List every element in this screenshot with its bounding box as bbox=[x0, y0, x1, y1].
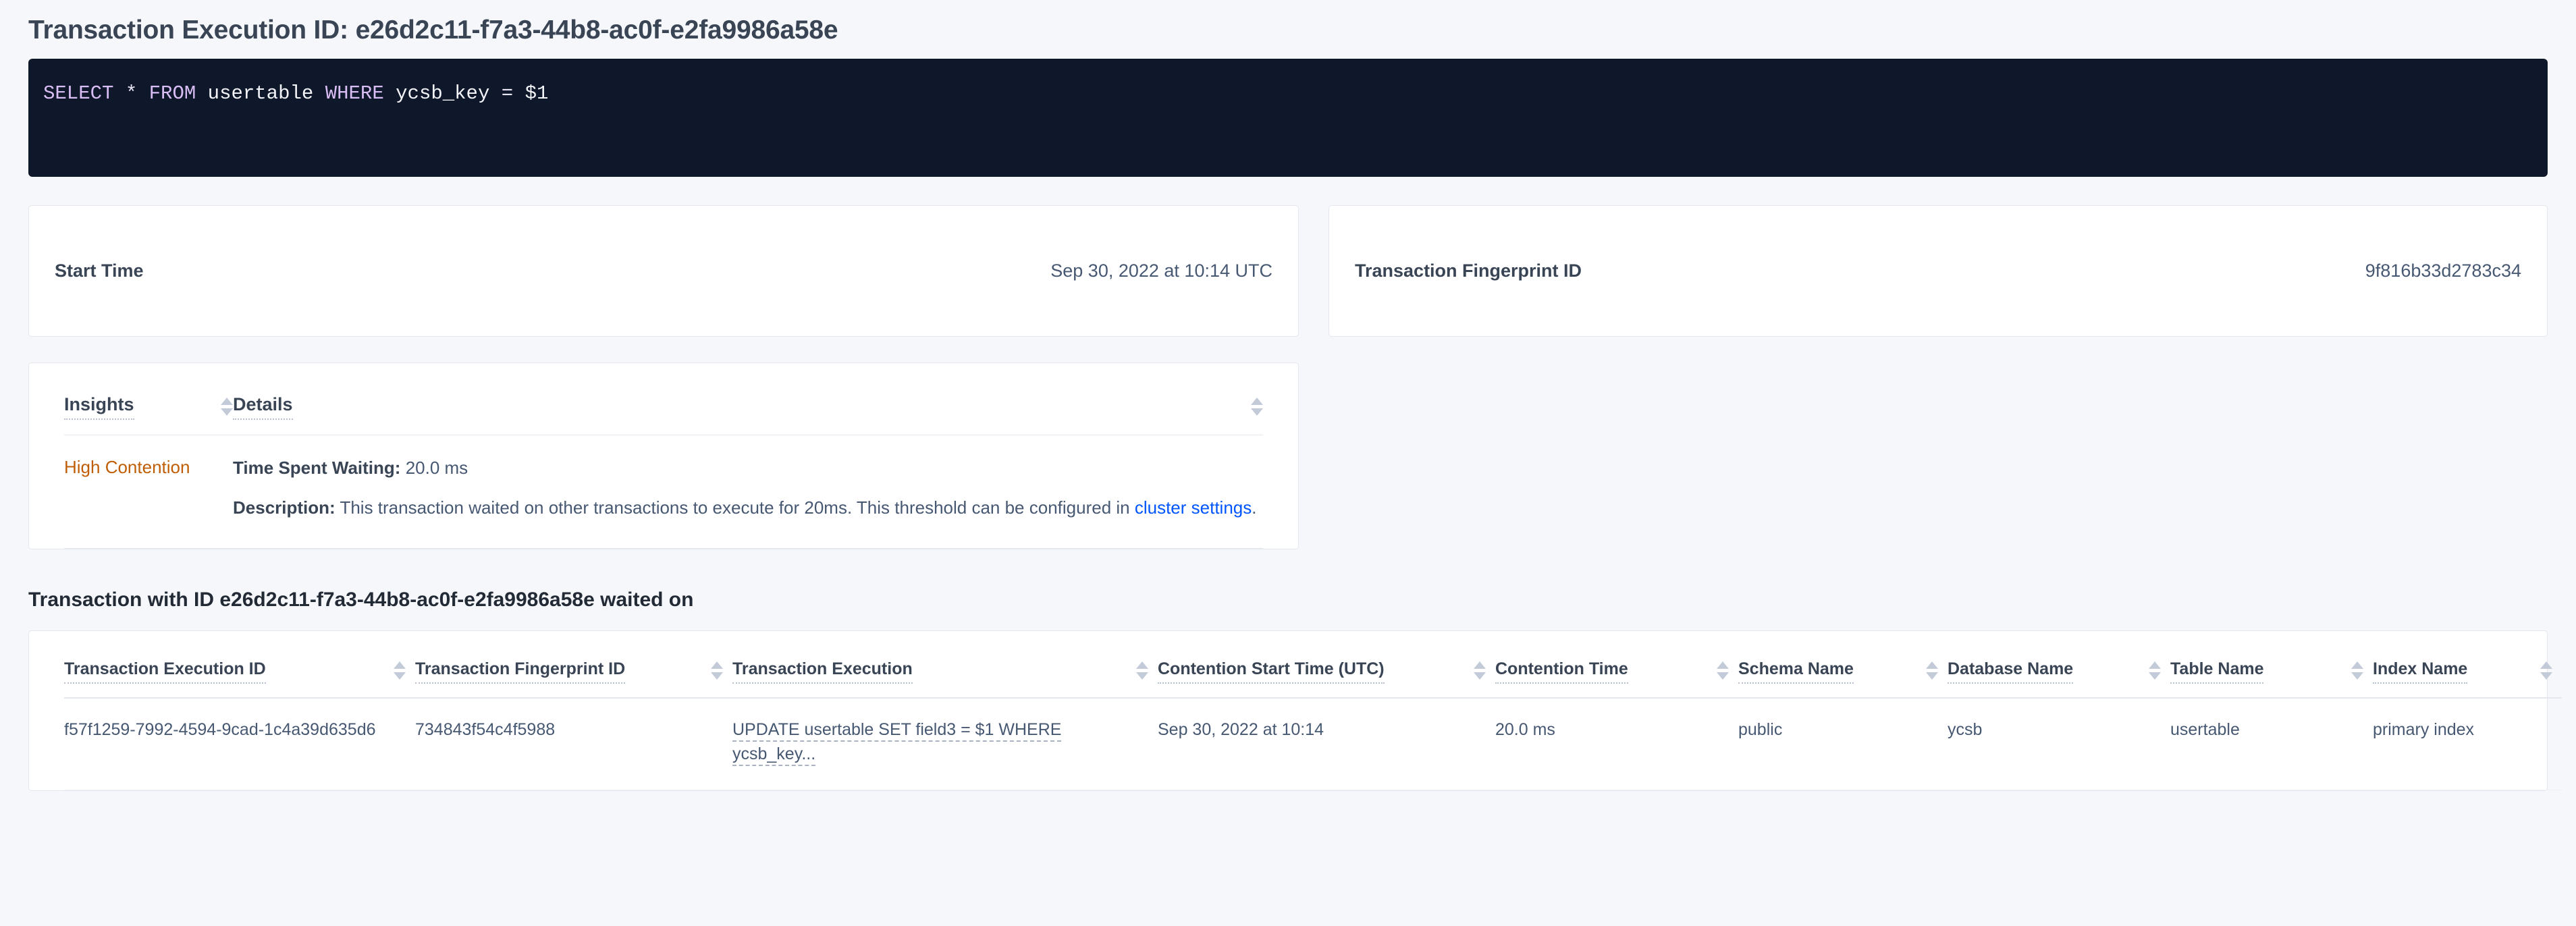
column-header-label: Contention Start Time (UTC) bbox=[1158, 659, 1385, 684]
column-header-label: Transaction Execution bbox=[732, 659, 913, 684]
column-header-table-name[interactable]: Table Name bbox=[2170, 631, 2373, 698]
table-row: High Contention Time Spent Waiting: 20.0… bbox=[64, 435, 1263, 548]
transaction-fingerprint-card: Transaction Fingerprint ID 9f816b33d2783… bbox=[1329, 205, 2548, 337]
cell-index-name: primary index bbox=[2373, 698, 2562, 790]
sort-arrows-icon[interactable] bbox=[2149, 661, 2161, 684]
column-header-label: Index Name bbox=[2373, 659, 2467, 684]
insights-table-body: High Contention Time Spent Waiting: 20.0… bbox=[64, 435, 1263, 548]
insights-column-header-insights[interactable]: Insights bbox=[64, 363, 233, 435]
column-header-database-name[interactable]: Database Name bbox=[1948, 631, 2170, 698]
page-title: Transaction Execution ID: e26d2c11-f7a3-… bbox=[28, 0, 2548, 59]
cell-transaction-execution: UPDATE usertable SET field3 = $1 WHERE y… bbox=[732, 698, 1158, 790]
column-header-transaction-fingerprint-id[interactable]: Transaction Fingerprint ID bbox=[415, 631, 732, 698]
summary-cards-row: Start Time Sep 30, 2022 at 10:14 UTC Tra… bbox=[28, 205, 2548, 337]
insight-time-spent-waiting-value: 20.0 ms bbox=[406, 458, 468, 478]
column-header-label: Contention Time bbox=[1495, 659, 1628, 684]
sort-arrows-icon[interactable] bbox=[2351, 661, 2363, 684]
sql-star: * bbox=[126, 82, 137, 105]
transaction-fingerprint-value: 9f816b33d2783c34 bbox=[2365, 261, 2521, 281]
insight-description-label: Description: bbox=[233, 497, 336, 518]
cell-contention-time: 20.0 ms bbox=[1495, 698, 1738, 790]
sort-arrows-icon[interactable] bbox=[2540, 661, 2552, 684]
sql-operator-equals: = bbox=[502, 82, 513, 105]
sql-keyword-select: SELECT bbox=[43, 82, 113, 105]
insights-column-header-insights-label: Insights bbox=[64, 394, 134, 420]
cell-table-name: usertable bbox=[2170, 698, 2373, 790]
sort-arrows-icon[interactable] bbox=[1474, 661, 1486, 684]
insights-header-row: Insights Details bbox=[64, 363, 1263, 435]
sql-placeholder-param: $1 bbox=[525, 82, 549, 105]
sql-keyword-from: FROM bbox=[149, 82, 196, 105]
sort-arrows-icon[interactable] bbox=[221, 398, 233, 420]
sql-keyword-where: WHERE bbox=[325, 82, 384, 105]
sort-arrows-icon[interactable] bbox=[1717, 661, 1729, 684]
sort-arrows-icon[interactable] bbox=[1251, 398, 1263, 420]
insight-details-cell: Time Spent Waiting: 20.0 ms Description:… bbox=[233, 435, 1263, 548]
insight-name: High Contention bbox=[64, 435, 233, 548]
cell-schema-name: public bbox=[1738, 698, 1948, 790]
column-header-label: Database Name bbox=[1948, 659, 2073, 684]
waited-on-section-title: Transaction with ID e26d2c11-f7a3-44b8-a… bbox=[28, 589, 2548, 611]
sql-code-block: SELECT * FROM usertable WHERE ycsb_key =… bbox=[28, 59, 2548, 177]
insight-description-text: This transaction waited on other transac… bbox=[340, 497, 1134, 518]
insights-column-header-details-label: Details bbox=[233, 394, 293, 420]
column-header-contention-time[interactable]: Contention Time bbox=[1495, 631, 1738, 698]
transaction-execution-link[interactable]: UPDATE usertable SET field3 = $1 WHERE y… bbox=[732, 720, 1061, 766]
sql-column-name: ycsb_key bbox=[396, 82, 489, 105]
column-header-label: Transaction Execution ID bbox=[64, 659, 266, 684]
cell-contention-start-time: Sep 30, 2022 at 10:14 bbox=[1158, 698, 1495, 790]
column-header-schema-name[interactable]: Schema Name bbox=[1738, 631, 1948, 698]
column-header-label: Transaction Fingerprint ID bbox=[415, 659, 625, 684]
sql-statement-line: SELECT * FROM usertable WHERE ycsb_key =… bbox=[28, 79, 2548, 109]
sort-arrows-icon[interactable] bbox=[711, 661, 723, 684]
cell-transaction-fingerprint-id: 734843f54c4f5988 bbox=[415, 698, 732, 790]
insights-table: Insights Details High Contention bbox=[64, 363, 1263, 549]
insight-description: Description: This transaction waited on … bbox=[233, 495, 1263, 521]
waited-on-table: Transaction Execution ID Transaction Fin… bbox=[64, 631, 2562, 790]
sort-arrows-icon[interactable] bbox=[1926, 661, 1938, 684]
insights-column-header-details[interactable]: Details bbox=[233, 363, 1263, 435]
start-time-label: Start Time bbox=[55, 261, 144, 281]
start-time-card: Start Time Sep 30, 2022 at 10:14 UTC bbox=[28, 205, 1299, 337]
cluster-settings-link[interactable]: cluster settings bbox=[1135, 497, 1252, 518]
column-header-contention-start-time[interactable]: Contention Start Time (UTC) bbox=[1158, 631, 1495, 698]
insights-card: Insights Details High Contention bbox=[28, 362, 1299, 549]
insight-time-spent-waiting-label: Time Spent Waiting: bbox=[233, 458, 400, 478]
table-row: f57f1259-7992-4594-9cad-1c4a39d635d6 734… bbox=[64, 698, 2562, 790]
sort-arrows-icon[interactable] bbox=[394, 661, 406, 684]
insight-description-text-end: . bbox=[1252, 497, 1256, 518]
waited-on-header-row: Transaction Execution ID Transaction Fin… bbox=[64, 631, 2562, 698]
column-header-label: Table Name bbox=[2170, 659, 2263, 684]
insights-table-head: Insights Details bbox=[64, 363, 1263, 435]
waited-on-table-head: Transaction Execution ID Transaction Fin… bbox=[64, 631, 2562, 698]
column-header-transaction-execution-id[interactable]: Transaction Execution ID bbox=[64, 631, 415, 698]
sql-table-name: usertable bbox=[208, 82, 314, 105]
sort-arrows-icon[interactable] bbox=[1136, 661, 1148, 684]
waited-on-table-body: f57f1259-7992-4594-9cad-1c4a39d635d6 734… bbox=[64, 698, 2562, 790]
column-header-transaction-execution[interactable]: Transaction Execution bbox=[732, 631, 1158, 698]
waited-on-table-card: Transaction Execution ID Transaction Fin… bbox=[28, 630, 2548, 791]
cell-transaction-execution-id: f57f1259-7992-4594-9cad-1c4a39d635d6 bbox=[64, 698, 415, 790]
column-header-index-name[interactable]: Index Name bbox=[2373, 631, 2562, 698]
start-time-value: Sep 30, 2022 at 10:14 UTC bbox=[1050, 261, 1272, 281]
page-root: Transaction Execution ID: e26d2c11-f7a3-… bbox=[0, 0, 2576, 926]
transaction-fingerprint-label: Transaction Fingerprint ID bbox=[1355, 261, 1582, 281]
cell-database-name: ycsb bbox=[1948, 698, 2170, 790]
column-header-label: Schema Name bbox=[1738, 659, 1854, 684]
insight-time-spent-waiting: Time Spent Waiting: 20.0 ms bbox=[233, 456, 1263, 481]
